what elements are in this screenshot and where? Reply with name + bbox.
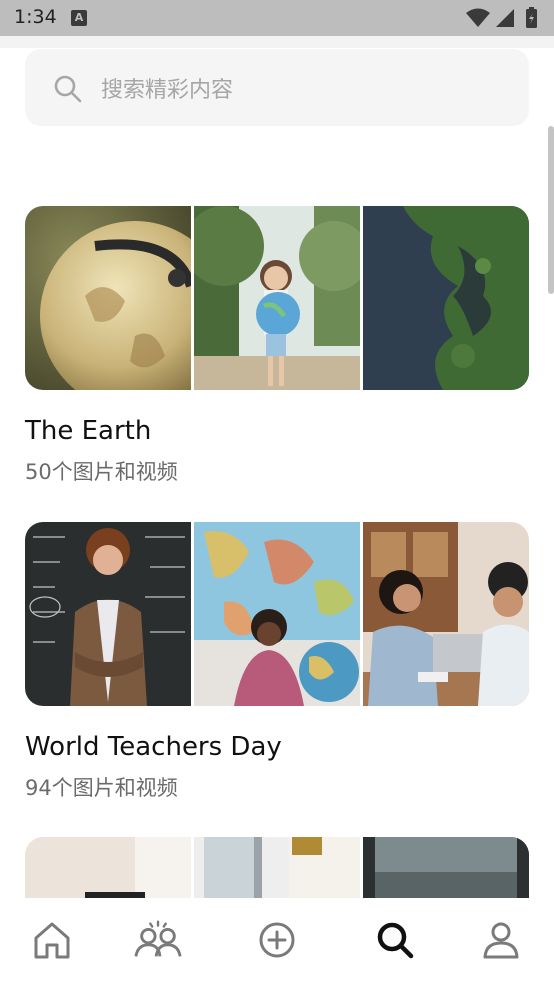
collection-thumbnails[interactable]	[25, 206, 529, 390]
satellite-island-photo[interactable]	[363, 206, 529, 390]
student-world-map-photo[interactable]	[194, 522, 360, 706]
girl-holding-globe-photo[interactable]	[194, 206, 360, 390]
collection-card[interactable]: The Earth 50个图片和视频	[25, 206, 529, 484]
search-input[interactable]: 搜索精彩内容	[101, 72, 233, 104]
home-icon	[34, 922, 70, 959]
search-icon	[377, 922, 414, 959]
nav-home[interactable]	[27, 918, 77, 962]
status-time: 1:34	[14, 6, 57, 28]
nav-search[interactable]	[370, 918, 420, 962]
nav-upload[interactable]	[252, 918, 302, 962]
nav-profile[interactable]	[476, 918, 526, 962]
collection-count: 94个图片和视频	[25, 776, 178, 800]
notification-icon: A	[71, 10, 87, 26]
top-strip	[0, 36, 554, 48]
status-icons	[466, 7, 537, 28]
collection-card[interactable]: World Teachers Day 94个图片和视频	[25, 522, 529, 800]
collection-count: 50个图片和视频	[25, 460, 178, 484]
user-icon	[483, 922, 519, 959]
bottom-nav	[0, 898, 554, 985]
status-bar: 1:34 A	[0, 0, 554, 36]
signal-icon	[496, 9, 514, 27]
scrollbar[interactable]	[548, 126, 554, 294]
nav-community[interactable]	[133, 918, 183, 962]
collection-title[interactable]: The Earth	[25, 416, 151, 446]
people-laptop-photo[interactable]	[363, 522, 529, 706]
search-icon	[54, 75, 82, 103]
collection-thumbnails[interactable]	[25, 522, 529, 706]
plus-circle-icon	[259, 922, 295, 958]
search-bar[interactable]: 搜索精彩内容	[25, 49, 529, 126]
collection-title[interactable]: World Teachers Day	[25, 732, 282, 762]
teacher-chalkboard-photo[interactable]	[25, 522, 191, 706]
globe-photo[interactable]	[25, 206, 191, 390]
people-icon	[134, 920, 182, 957]
wifi-icon	[466, 8, 490, 27]
